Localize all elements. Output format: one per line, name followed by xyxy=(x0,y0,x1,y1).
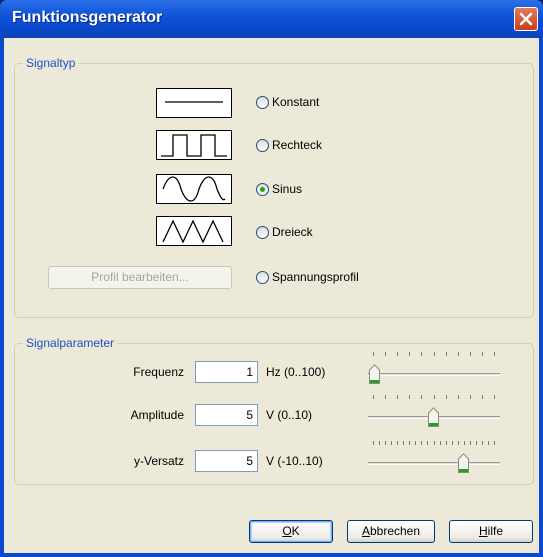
frequenz-slider[interactable] xyxy=(368,352,500,386)
slider-thumb[interactable] xyxy=(458,453,470,473)
close-icon xyxy=(519,12,533,26)
title-bar[interactable]: Funktionsgenerator xyxy=(0,0,543,38)
radio-label-spannungsprofil[interactable]: Spannungsprofil xyxy=(272,270,359,284)
radio-konstant[interactable] xyxy=(256,96,269,109)
slider-thumb[interactable] xyxy=(428,407,439,427)
slider-thumb[interactable] xyxy=(368,364,380,384)
y-versatz-slider[interactable] xyxy=(368,441,500,475)
amplitude-slider[interactable] xyxy=(368,395,500,429)
close-button[interactable] xyxy=(514,7,538,31)
window-title: Funktionsgenerator xyxy=(12,9,163,26)
radio-label-dreieck[interactable]: Dreieck xyxy=(272,225,313,239)
amplitude-input[interactable]: 5 xyxy=(195,404,258,426)
square-wave-icon xyxy=(156,130,232,160)
window-frame-right xyxy=(539,38,543,557)
signalparameter-legend: Signalparameter xyxy=(23,336,118,350)
frequenz-unit: Hz (0..100) xyxy=(266,365,326,379)
slider-track xyxy=(368,373,500,376)
radio-label-sinus[interactable]: Sinus xyxy=(272,182,302,196)
radio-spannungsprofil[interactable] xyxy=(256,271,269,284)
frequenz-input[interactable]: 1 xyxy=(195,361,258,383)
ok-rest: K xyxy=(291,524,300,538)
slider-track xyxy=(368,462,500,465)
ok-mnemonic: O xyxy=(282,524,292,538)
radio-sinus[interactable] xyxy=(256,183,269,196)
radio-label-rechteck[interactable]: Rechteck xyxy=(272,138,322,152)
y-versatz-unit: V (-10..10) xyxy=(266,454,323,468)
radio-label-konstant[interactable]: Konstant xyxy=(272,95,319,109)
radio-dreieck[interactable] xyxy=(256,226,269,239)
amplitude-unit: V (0..10) xyxy=(266,408,313,422)
dialog-client-area: Signaltyp Konstant Rechteck Sinus Dreiec… xyxy=(4,38,539,553)
amplitude-label: Amplitude xyxy=(130,408,184,422)
signaltyp-legend: Signaltyp xyxy=(23,56,79,70)
cancel-mnemonic: A xyxy=(361,524,370,538)
frequenz-label: Frequenz xyxy=(133,365,184,379)
radio-selected-dot xyxy=(260,187,265,192)
ok-button[interactable]: OK xyxy=(249,520,333,543)
window-frame-left xyxy=(0,38,4,557)
constant-line-icon xyxy=(156,88,232,118)
y-versatz-input[interactable]: 5 xyxy=(195,450,258,472)
profil-bearbeiten-button[interactable]: Profil bearbeiten... xyxy=(48,266,232,289)
help-rest: ilfe xyxy=(487,524,503,538)
triangle-wave-icon xyxy=(156,216,232,246)
help-mnemonic: H xyxy=(478,524,488,538)
window-frame-bottom xyxy=(0,553,543,557)
cancel-button[interactable]: Abbrechen xyxy=(347,520,435,543)
sine-wave-icon xyxy=(156,174,232,204)
radio-rechteck[interactable] xyxy=(256,139,269,152)
help-button[interactable]: Hilfe xyxy=(449,520,533,543)
dialog-window: Funktionsgenerator Signaltyp Konstant Re… xyxy=(0,0,543,557)
cancel-rest: bbrechen xyxy=(369,524,421,538)
slider-ticks xyxy=(373,441,495,445)
y-versatz-label: y-Versatz xyxy=(133,454,184,468)
slider-ticks xyxy=(373,395,495,399)
slider-ticks xyxy=(373,352,495,356)
